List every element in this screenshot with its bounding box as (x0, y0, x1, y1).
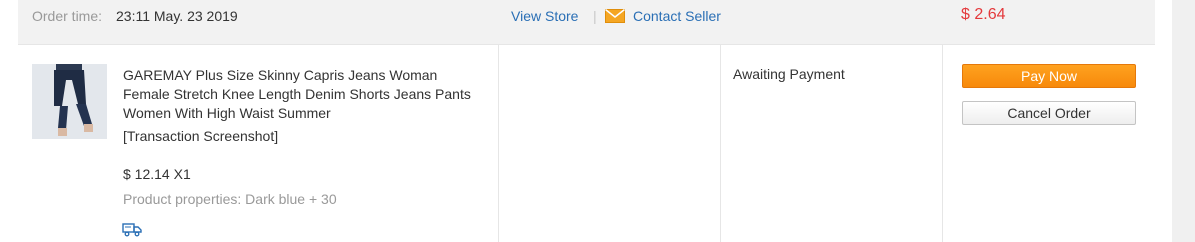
column-divider (498, 45, 499, 242)
pay-now-button[interactable]: Pay Now (962, 64, 1136, 88)
product-thumbnail[interactable] (32, 64, 107, 139)
contact-seller-link[interactable]: Contact Seller (633, 8, 721, 24)
link-separator: | (593, 8, 597, 24)
transaction-screenshot-link[interactable]: [Transaction Screenshot] (123, 128, 278, 144)
page-scrollbar[interactable] (1172, 0, 1195, 242)
view-store-link[interactable]: View Store (511, 8, 578, 24)
product-properties: Product properties: Dark blue + 30 (123, 191, 337, 207)
order-time-label: Order time: (32, 8, 103, 24)
order-status: Awaiting Payment (733, 66, 845, 82)
jeans-image (32, 64, 107, 139)
column-divider (942, 45, 943, 242)
order-header: Order time: 23:11 May. 23 2019 View Stor… (18, 0, 1155, 45)
column-divider (720, 45, 721, 242)
order-body: GAREMAY Plus Size Skinny Capris Jeans Wo… (18, 45, 1155, 242)
unit-price-quantity: $ 12.14 X1 (123, 166, 191, 182)
order-card: Order time: 23:11 May. 23 2019 View Stor… (18, 0, 1155, 242)
product-title-link[interactable]: GAREMAY Plus Size Skinny Capris Jeans Wo… (123, 66, 473, 123)
delivery-truck-icon[interactable] (122, 221, 142, 237)
order-total-amount: $ 2.64 (961, 6, 1006, 23)
order-time-value: 23:11 May. 23 2019 (116, 8, 238, 24)
cancel-order-button[interactable]: Cancel Order (962, 101, 1136, 125)
mail-icon[interactable] (605, 9, 625, 23)
